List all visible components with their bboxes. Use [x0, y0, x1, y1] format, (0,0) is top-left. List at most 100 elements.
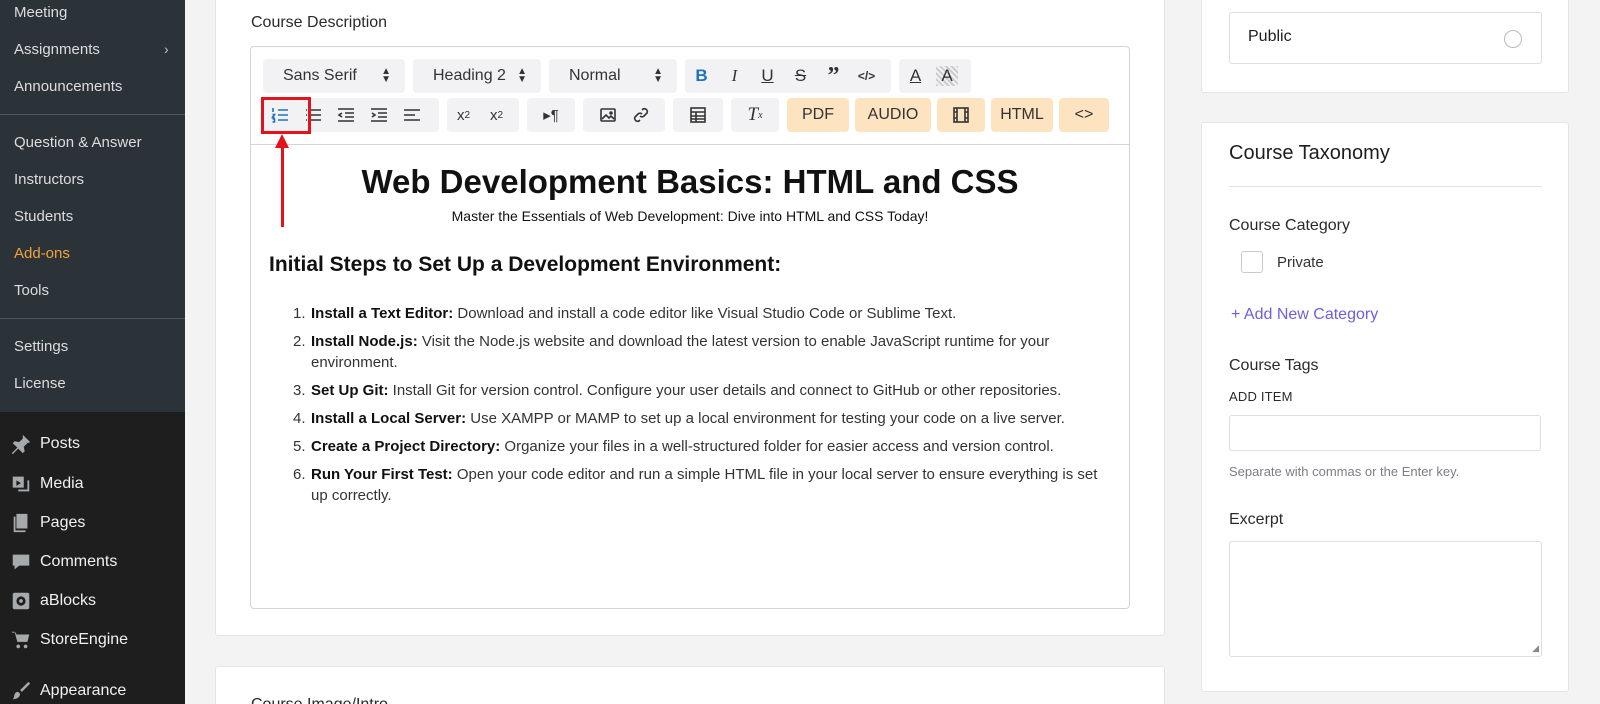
list-item-title: Set Up Git: — [311, 382, 389, 399]
source-code-button[interactable]: <> — [1059, 98, 1109, 132]
pdf-button[interactable]: PDF — [787, 98, 849, 132]
clear-format-button[interactable]: Tx — [739, 98, 772, 132]
public-radio[interactable] — [1504, 30, 1522, 48]
align-button[interactable] — [395, 98, 428, 132]
sidebar-item-label: Students — [14, 208, 74, 225]
video-button[interactable] — [937, 98, 985, 132]
sidebar-item-label: Announcements — [14, 78, 123, 95]
sidebar-item-posts[interactable]: Posts — [10, 433, 80, 455]
list-item: 4. Install a Local Server: Use XAMPP or M… — [293, 408, 1111, 429]
chevron-right-icon: › — [164, 41, 169, 57]
sidebar-item-ablocks[interactable]: aBlocks — [10, 590, 96, 612]
size-select[interactable]: Normal ▲ ▼ — [549, 59, 677, 93]
list-item-text: Use XAMPP or MAMP to set up a local envi… — [466, 410, 1065, 427]
heading-select[interactable]: Heading 2 ▲ ▼ — [413, 59, 541, 93]
table-icon — [690, 107, 706, 123]
sidebar-item-label: Add-ons — [14, 245, 70, 262]
superscript-button[interactable]: x2 — [480, 98, 513, 132]
add-item-label: ADD ITEM — [1229, 389, 1293, 404]
italic-button[interactable]: I — [718, 59, 751, 93]
sidebar-item-storeengine[interactable]: StoreEngine — [10, 629, 128, 651]
select-arrows-icon: ▲ ▼ — [653, 66, 663, 85]
image-icon — [599, 108, 616, 122]
bold-button[interactable]: B — [685, 59, 718, 93]
code-button[interactable]: </> — [850, 59, 883, 93]
script-group: x2 x2 — [447, 98, 519, 132]
link-button[interactable] — [624, 98, 657, 132]
option-label: Public — [1248, 28, 1292, 45]
font-family-select[interactable]: Sans Serif ▲ ▼ — [263, 59, 405, 93]
list-number: 3. — [293, 382, 306, 399]
sidebar-item-meeting[interactable]: Meeting — [14, 4, 67, 21]
sidebar-item-students[interactable]: Students — [14, 208, 73, 225]
section-label: Course Image/Intro — [251, 696, 388, 704]
sidebar-item-appearance[interactable]: Appearance — [10, 680, 126, 702]
indent-button[interactable] — [362, 98, 395, 132]
sidebar-item-media[interactable]: Media — [10, 473, 84, 495]
html-label: HTML — [1000, 106, 1044, 123]
align-left-icon — [403, 109, 420, 121]
pdf-label: PDF — [802, 106, 834, 123]
indent-icon — [370, 108, 387, 122]
document-subtitle: Master the Essentials of Web Development… — [451, 208, 929, 224]
sidebar-item-label: Media — [40, 475, 84, 492]
sidebar-item-announcements[interactable]: Announcements — [14, 78, 122, 95]
tags-label: Course Tags — [1229, 357, 1319, 374]
heading-value: Heading 2 — [433, 67, 506, 84]
sidebar-item-tools[interactable]: Tools — [14, 282, 49, 299]
audio-button[interactable]: AUDIO — [855, 98, 931, 132]
sidebar-item-instructors[interactable]: Instructors — [14, 171, 84, 188]
media-icon — [12, 476, 30, 492]
comments-icon — [12, 554, 30, 570]
sidebar-item-label: aBlocks — [40, 592, 97, 609]
annotation-highlight-box — [261, 97, 311, 134]
list-item: 1. Install a Text Editor: Download and in… — [293, 303, 1111, 324]
outdent-button[interactable] — [329, 98, 362, 132]
sidebar-item-question-answer[interactable]: Question & Answer — [14, 134, 142, 151]
subscript-button[interactable]: x2 — [447, 98, 480, 132]
sidebar-item-label: License — [14, 375, 66, 392]
strike-button[interactable]: S — [784, 59, 817, 93]
sidebar-item-addons[interactable]: Add-ons — [14, 245, 70, 262]
text-color-button[interactable]: A — [899, 59, 932, 93]
sidebar-divider — [0, 318, 185, 319]
list-item-text: Visit the Node.js website and download t… — [311, 333, 1050, 371]
background-color-button[interactable]: A — [936, 66, 958, 86]
excerpt-textarea[interactable]: ◢ — [1229, 541, 1542, 657]
list-item-title: Create a Project Directory: — [311, 438, 501, 455]
sidebar-item-label: Tools — [14, 282, 50, 299]
sidebar-item-settings[interactable]: Settings — [14, 338, 68, 355]
sidebar-item-label: Assignments — [14, 41, 100, 58]
tags-input[interactable] — [1229, 415, 1541, 451]
category-checkbox-private[interactable] — [1241, 251, 1263, 273]
list-number: 6. — [293, 466, 306, 483]
document-heading: Initial Steps to Set Up a Development En… — [269, 253, 782, 276]
media-group — [583, 98, 665, 132]
visibility-option-public[interactable]: Public — [1229, 12, 1542, 64]
list-item-text: Organize your files in a well-structured… — [500, 438, 1054, 455]
sidebar-item-pages[interactable]: Pages — [10, 512, 85, 534]
link-icon — [633, 107, 648, 123]
add-new-category-link[interactable]: + Add New Category — [1231, 306, 1378, 324]
blockquote-button[interactable]: ” — [817, 59, 850, 93]
list-number: 1. — [293, 305, 306, 322]
taxonomy-title: Course Taxonomy — [1229, 142, 1390, 164]
admin-sidebar: Meeting Assignments › Announcements Quest… — [0, 0, 185, 704]
list-item-text: Download and install a code editor like … — [453, 305, 957, 322]
direction-group: ▸¶ — [527, 98, 575, 132]
sidebar-item-comments[interactable]: Comments — [10, 551, 117, 573]
html-button[interactable]: HTML — [991, 98, 1053, 132]
image-button[interactable] — [591, 98, 624, 132]
sidebar-item-assignments[interactable]: Assignments › — [14, 41, 184, 58]
table-button[interactable] — [682, 98, 715, 132]
sidebar-divider — [0, 114, 185, 115]
resize-handle-icon[interactable]: ◢ — [1532, 643, 1539, 654]
list-item-title: Install Node.js: — [311, 333, 418, 350]
list-item: 2. Install Node.js: Visit the Node.js web… — [293, 331, 1111, 373]
film-icon — [953, 107, 969, 123]
underline-button[interactable]: U — [751, 59, 784, 93]
ablocks-icon — [12, 592, 30, 610]
outdent-icon — [337, 108, 354, 122]
text-direction-button[interactable]: ▸¶ — [535, 98, 568, 132]
sidebar-item-license[interactable]: License — [14, 375, 66, 392]
